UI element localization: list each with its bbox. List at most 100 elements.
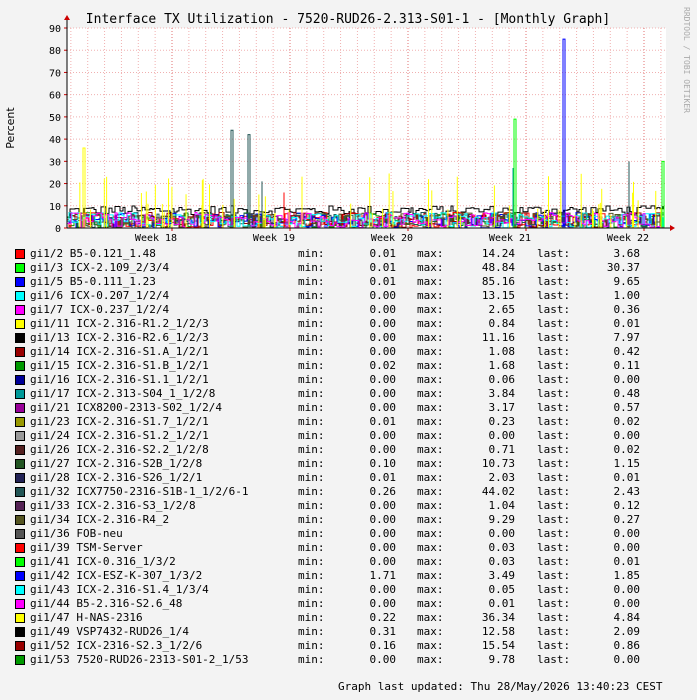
max-label: max:: [417, 359, 444, 372]
max-value: 85.16: [481, 275, 515, 288]
legend-row: gi1/24 ICX-2.316-S1.2_1/2/1 min: 0.00 max: 0…: [0, 429, 697, 443]
rrdtool-watermark: RRDTOOL / TOBI OETIKER: [682, 7, 691, 113]
legend-label: gi1/44 B5-2.316-S2.6_48: [30, 597, 183, 610]
min-value: 0.00: [369, 499, 397, 512]
y-tick-label: 20: [49, 180, 61, 191]
last-label: last:: [537, 639, 571, 652]
min-label: min:: [298, 261, 325, 274]
legend-row: gi1/33 ICX-2.316-S3_1/2/8 min: 0.00 max: 1.0…: [0, 499, 697, 513]
last-value: 1.15: [613, 457, 641, 470]
min-value: 0.01: [369, 275, 397, 288]
last-value: 2.43: [613, 485, 641, 498]
legend-row: gi1/34 ICX-2.316-R4_2 min: 0.00 max: 9.29 las…: [0, 513, 697, 527]
min-value: 0.01: [369, 415, 397, 428]
legend-label: gi1/13 ICX-2.316-R2.6_1/2/3: [30, 331, 209, 344]
min-label: min:: [298, 541, 325, 554]
max-value: 0.03: [488, 541, 516, 554]
max-value: 0.05: [488, 583, 516, 596]
legend-row: gi1/26 ICX-2.316-S2.2_1/2/8 min: 0.00 max: 0…: [0, 443, 697, 457]
legend-swatch: [15, 543, 25, 553]
legend-swatch: [15, 627, 25, 637]
legend-row: gi1/53 7520-RUD26-2313-S01-2_1/53 min: 0.0…: [0, 653, 697, 667]
legend-row: gi1/6 ICX-0.207_1/2/4 min: 0.00 max: 13.15 la…: [0, 289, 697, 303]
y-axis-label: Percent: [4, 107, 17, 149]
min-label: min:: [298, 513, 325, 526]
last-label: last:: [537, 611, 571, 624]
max-value: 0.03: [488, 555, 516, 568]
last-value: 0.01: [613, 555, 641, 568]
min-value: 0.00: [369, 429, 397, 442]
last-label: last:: [537, 513, 571, 526]
max-label: max:: [417, 401, 444, 414]
legend-swatch: [15, 641, 25, 651]
last-label: last:: [537, 583, 571, 596]
max-label: max:: [417, 261, 444, 274]
last-label: last:: [537, 345, 571, 358]
last-label: last:: [537, 653, 571, 666]
y-tick-label: 50: [49, 113, 61, 124]
legend-row: gi1/16 ICX-2.316-S1.1_1/2/1 min: 0.00 max: 0…: [0, 373, 697, 387]
y-tick-label: 80: [49, 46, 61, 57]
legend-swatch: [15, 291, 25, 301]
legend-swatch: [15, 305, 25, 315]
last-label: last:: [537, 555, 571, 568]
y-tick-label: 70: [49, 68, 61, 79]
min-label: min:: [298, 359, 325, 372]
max-label: max:: [417, 331, 444, 344]
legend-label: gi1/49 VSP7432-RUD26_1/4: [30, 625, 189, 638]
legend-swatch: [15, 655, 25, 665]
legend-label: gi1/43 ICX-2.316-S1.4_1/3/4: [30, 583, 209, 596]
legend-label: gi1/33 ICX-2.316-S3_1/2/8: [30, 499, 196, 512]
max-value: 0.23: [488, 415, 516, 428]
last-value: 30.37: [606, 261, 640, 274]
legend-row: gi1/21 ICX8200-2313-S02_1/2/4 min: 0.00 max…: [0, 401, 697, 415]
max-label: max:: [417, 639, 444, 652]
max-value: 0.84: [488, 317, 516, 330]
last-value: 0.36: [613, 303, 641, 316]
max-label: max:: [417, 317, 444, 330]
legend-swatch: [15, 585, 25, 595]
legend-swatch: [15, 613, 25, 623]
legend-swatch: [15, 389, 25, 399]
max-value: 9.29: [488, 513, 516, 526]
legend-label: gi1/5 B5-0.111_1.23: [30, 275, 156, 288]
last-label: last:: [537, 541, 571, 554]
y-tick-label: 0: [55, 224, 61, 235]
min-value: 0.00: [369, 513, 397, 526]
max-label: max:: [417, 555, 444, 568]
last-value: 1.00: [613, 289, 641, 302]
min-value: 0.01: [369, 261, 397, 274]
last-label: last:: [537, 527, 571, 540]
last-label: last:: [537, 261, 571, 274]
legend-label: gi1/32 ICX7750-2316-S1B-1_1/2/6-1: [30, 485, 249, 498]
last-value: 4.84: [613, 611, 641, 624]
min-label: min:: [298, 499, 325, 512]
min-value: 0.00: [369, 527, 397, 540]
last-label: last:: [537, 443, 571, 456]
last-value: 0.12: [613, 499, 641, 512]
min-label: min:: [298, 611, 325, 624]
min-label: min:: [298, 429, 325, 442]
last-label: last:: [537, 275, 571, 288]
min-label: min:: [298, 583, 325, 596]
legend-row: gi1/42 ICX-ESZ-K-307_1/3/2 min: 1.71 max: 3.…: [0, 569, 697, 583]
x-tick-label: Week 20: [371, 233, 413, 244]
last-label: last:: [537, 331, 571, 344]
last-value: 0.02: [613, 443, 641, 456]
min-value: 0.00: [369, 303, 397, 316]
last-value: 0.00: [613, 429, 641, 442]
y-tick-label: 60: [49, 91, 61, 102]
legend-label: gi1/42 ICX-ESZ-K-307_1/3/2: [30, 569, 203, 582]
min-value: 0.00: [369, 289, 397, 302]
max-value: 12.58: [481, 625, 515, 638]
legend-swatch: [15, 599, 25, 609]
legend-swatch: [15, 557, 25, 567]
min-label: min:: [298, 443, 325, 456]
last-value: 2.09: [613, 625, 641, 638]
legend-row: gi1/11 ICX-2.316-R1.2_1/2/3 min: 0.00 max: 0…: [0, 317, 697, 331]
last-value: 0.00: [613, 583, 641, 596]
last-value: 1.85: [613, 569, 641, 582]
max-value: 14.24: [481, 247, 515, 260]
legend-label: gi1/41 ICX-0.316_1/3/2: [30, 555, 176, 568]
legend-label: gi1/26 ICX-2.316-S2.2_1/2/8: [30, 443, 209, 456]
